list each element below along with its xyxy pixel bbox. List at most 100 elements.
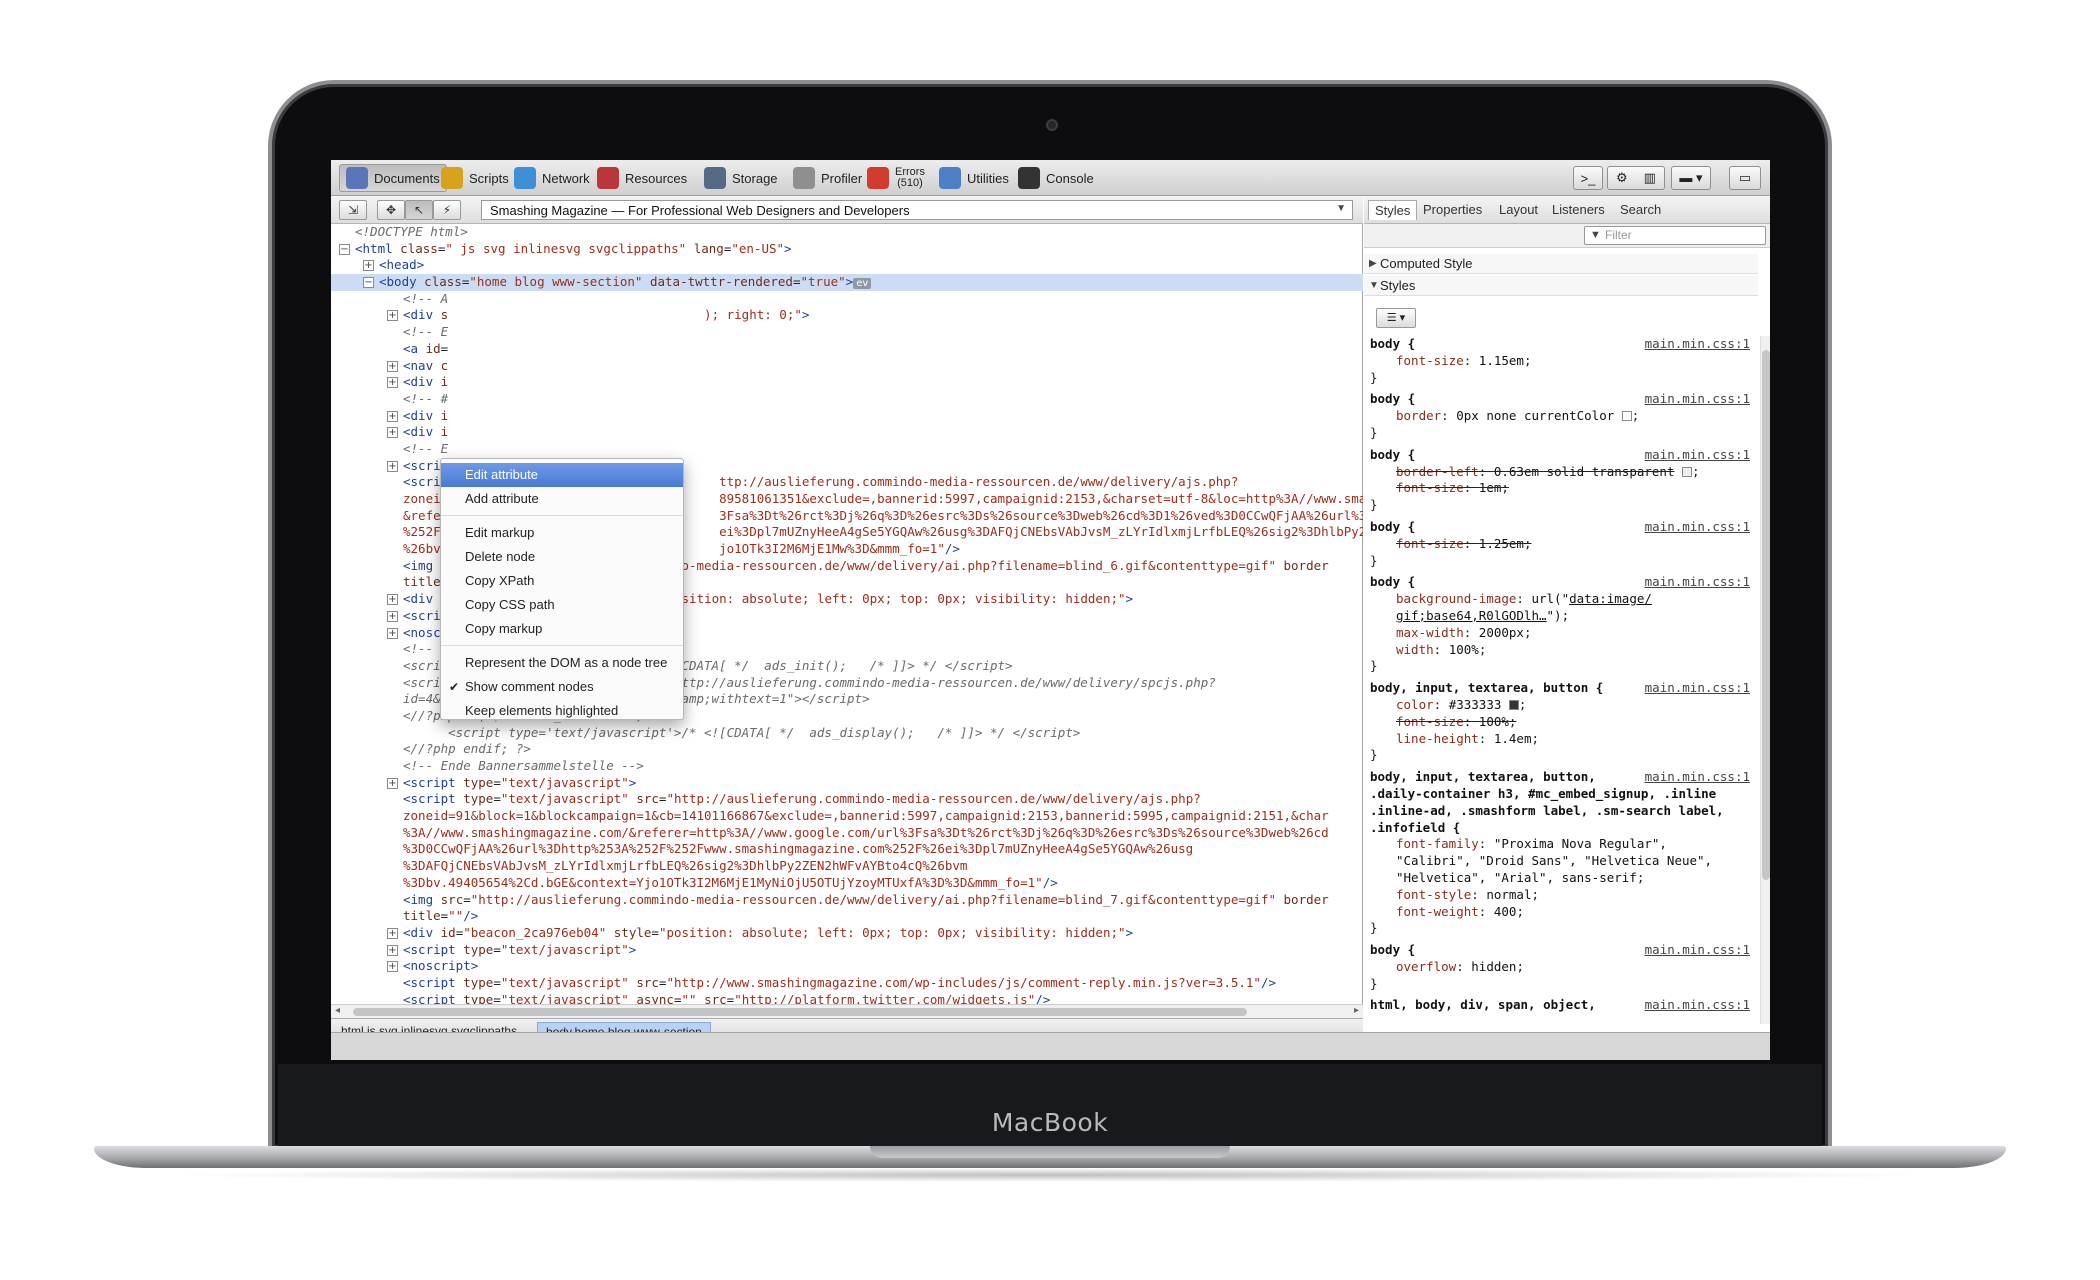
dom-line[interactable]: %3Dbv.49405654%2Cd.bGE&context=Yjo1OTk3I… [331,875,1363,892]
menu-item-copy-css-path[interactable]: Copy CSS path [441,593,683,617]
css-declaration[interactable]: font-style: normal; [1370,887,1758,904]
expand-icon[interactable]: + [387,360,398,372]
css-declaration[interactable]: max-width: 2000px; [1370,625,1758,642]
layout-button[interactable]: ▭ [1729,166,1761,190]
dom-line[interactable]: + <head> [331,257,1363,274]
css-rule[interactable]: body, input, textarea, button {main.min.… [1370,680,1758,764]
dom-line[interactable]: + <div i [331,424,1363,441]
css-source-link[interactable]: main.min.css:1 [1645,942,1750,959]
dom-line[interactable]: + <nav c [331,358,1363,375]
css-source-link[interactable]: main.min.css:1 [1645,997,1750,1014]
menu-item-represent-the-dom-as-a-node-tree[interactable]: Represent the DOM as a node tree [441,651,683,675]
console-prompt-button[interactable]: >_ [1573,166,1603,190]
expand-icon[interactable]: + [387,460,398,472]
expand-icon[interactable]: + [387,377,398,389]
css-rule[interactable]: body, input, textarea, button, .daily-co… [1370,769,1758,937]
dom-line[interactable]: + <div i [331,374,1363,391]
dom-line[interactable]: + <script type="text/javascript"> [331,775,1363,792]
css-rule[interactable]: body {main.min.css:1 border: 0px none cur… [1370,391,1758,441]
css-source-link[interactable]: main.min.css:1 [1645,391,1750,408]
css-declaration[interactable]: gif;base64,R0lGODlh…"); [1370,608,1758,625]
toolbar-utilities[interactable]: Utilities [933,164,1015,192]
css-declaration[interactable]: font-size: 1.25em; [1370,536,1758,553]
menu-item-copy-xpath[interactable]: Copy XPath [441,569,683,593]
dom-line[interactable]: <script type="text/javascript" src="http… [331,975,1363,992]
expand-icon[interactable]: + [387,627,398,639]
css-declaration[interactable]: font-family: "Proxima Nova Regular", [1370,836,1758,853]
css-source-link[interactable]: main.min.css:1 [1645,769,1750,786]
expand-icon[interactable]: + [387,777,398,789]
tab-styles[interactable]: Styles [1368,200,1418,220]
document-select[interactable]: Smashing Magazine — For Professional Web… [481,200,1353,220]
tab-search[interactable]: Search [1614,200,1667,220]
css-rule[interactable]: html, body, div, span, object, main.min.c… [1370,997,1758,1014]
dom-line[interactable]: %3A//www.smashingmagazine.com/&referer=h… [331,825,1363,842]
dom-line[interactable]: <script type='text/javascript'>/* <![CDA… [331,725,1363,742]
css-source-link[interactable]: main.min.css:1 [1645,574,1750,591]
tab-listeners[interactable]: Listeners [1546,200,1611,220]
toolbar-profiler[interactable]: Profiler [787,164,868,192]
scroll-right-icon[interactable]: ▸ [1354,1005,1359,1016]
dom-line[interactable]: <//?php endif; ?> [331,741,1363,758]
dom-line[interactable]: <!-- # [331,391,1363,408]
dock-button[interactable]: ⇲ [339,200,367,220]
expand-icon[interactable]: + [387,961,398,973]
collapse-icon[interactable]: − [363,277,374,289]
panel-dock-icon[interactable]: ▥ [1644,170,1656,186]
css-rule[interactable]: body {main.min.css:1 border-left: 0.63em … [1370,447,1758,514]
dom-line[interactable]: <!-- E [331,441,1363,458]
dom-line-selected[interactable]: − <body class="home blog www-section" dat… [331,274,1363,291]
dom-line[interactable]: zoneid=91&block=1&blockcampaign=1&cb=141… [331,808,1363,825]
styles-options-button[interactable]: ☰ ▾ [1376,308,1416,328]
expand-icon[interactable]: + [387,944,398,956]
css-declaration[interactable]: font-size: 1.15em; [1370,353,1758,370]
styles-header[interactable]: ▼ Styles [1364,276,1758,296]
css-source-link[interactable]: main.min.css:1 [1645,336,1750,353]
css-declaration[interactable]: width: 100%; [1370,642,1758,659]
scroll-thumb[interactable] [353,1008,1247,1016]
toolbar-resources[interactable]: Resources [591,164,693,192]
dom-line[interactable]: <script type="text/javascript" src="http… [331,791,1363,808]
dom-line[interactable]: <!-- E [331,324,1363,341]
dom-line[interactable]: <!-- A [331,291,1363,308]
css-declaration[interactable]: border-left: 0.63em solid transparent ; [1370,464,1758,481]
dom-line[interactable]: + <noscript> [331,958,1363,975]
css-declaration[interactable]: "Calibri", "Droid Sans", "Helvetica Neue… [1370,853,1758,870]
css-source-link[interactable]: main.min.css:1 [1645,519,1750,536]
menu-item-keep-elements-highlighted[interactable]: Keep elements highlighted [441,699,683,723]
collapse-icon[interactable]: − [339,243,350,255]
dom-line[interactable]: + <div s ); right: 0;"> [331,307,1363,324]
css-declaration[interactable]: font-weight: 400; [1370,904,1758,921]
toolbar-console[interactable]: Console [1012,164,1100,192]
css-declaration[interactable]: "Helvetica", "Arial", sans-serif; [1370,870,1758,887]
css-source-link[interactable]: main.min.css:1 [1645,447,1750,464]
css-declaration[interactable]: line-height: 1.4em; [1370,731,1758,748]
css-source-link[interactable]: main.min.css:1 [1645,680,1750,697]
highlight-button[interactable]: ↖ [405,200,433,220]
expand-icon[interactable]: + [387,427,398,439]
dom-line[interactable]: <!-- Ende Bannersammelstelle --> [331,758,1363,775]
toolbar-storage[interactable]: Storage [698,164,784,192]
vertical-scrollbar[interactable] [1760,336,1770,1024]
css-rule[interactable]: body {main.min.css:1 font-size: 1.15em;} [1370,336,1758,386]
events-button[interactable]: ⚡ [433,200,461,220]
window-menu-button[interactable]: ▬ ▾ [1671,166,1711,190]
expand-icon[interactable]: + [387,927,398,939]
menu-item-show-comment-nodes[interactable]: ✔ Show comment nodes [441,675,683,699]
computed-style-header[interactable]: ▶ Computed Style [1364,254,1758,274]
expand-icon[interactable]: + [387,310,398,322]
css-declaration[interactable]: font-size: 1em; [1370,480,1758,497]
dom-line[interactable]: <!DOCTYPE html> [331,224,1363,241]
menu-item-edit-markup[interactable]: Edit markup [441,521,683,545]
dom-line[interactable]: <img src="http://auslieferung.commindo-m… [331,892,1363,909]
expand-icon[interactable]: + [387,610,398,622]
dom-line[interactable]: − <html class=" js svg inlinesvg svgclipp… [331,241,1363,258]
menu-item-add-attribute[interactable]: Add attribute [441,487,683,511]
css-declaration[interactable]: overflow: hidden; [1370,959,1758,976]
menu-item-delete-node[interactable]: Delete node [441,545,683,569]
tab-properties[interactable]: Properties [1417,200,1488,220]
css-rule[interactable]: body {main.min.css:1 overflow: hidden;} [1370,942,1758,992]
css-rule[interactable]: body {main.min.css:1 font-size: 1.25em;} [1370,519,1758,569]
expand-icon[interactable]: + [387,594,398,606]
dom-line[interactable]: <script type="text/javascript" async="" … [331,992,1363,1004]
